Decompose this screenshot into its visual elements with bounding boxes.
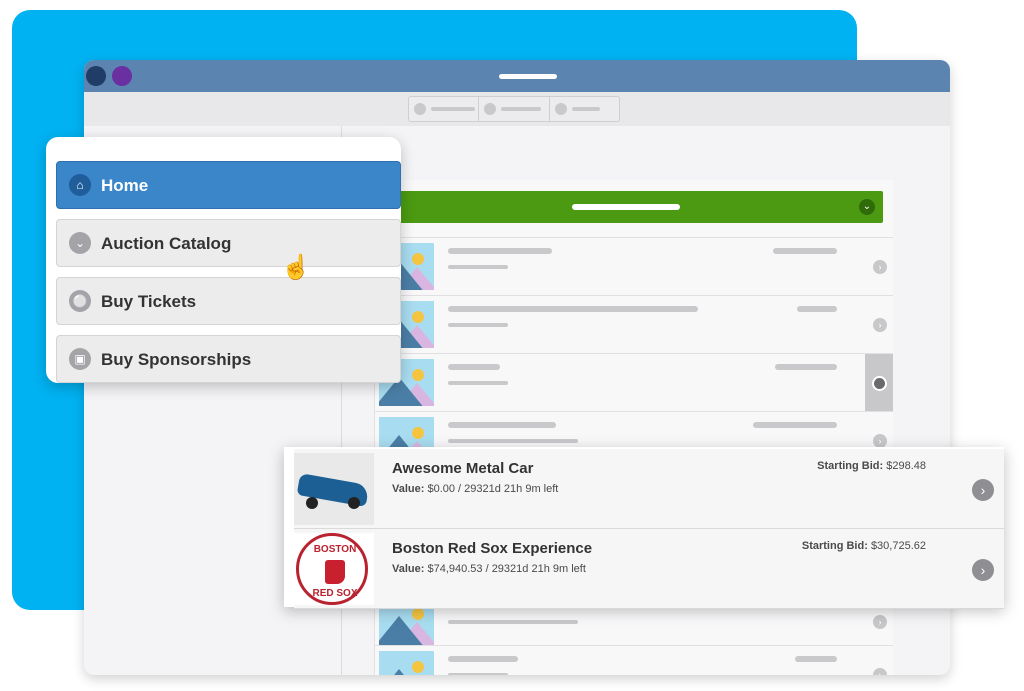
chevron-right-icon[interactable]: › [873, 434, 887, 448]
text-placeholder [773, 248, 837, 254]
car-image [294, 453, 374, 525]
text-placeholder [448, 248, 552, 254]
text-placeholder [448, 265, 508, 269]
selection-indicator[interactable] [865, 354, 893, 411]
text-placeholder [448, 323, 508, 327]
tab-placeholder[interactable] [479, 97, 550, 121]
tag-icon: ⚪ [69, 290, 91, 312]
text-placeholder [448, 673, 508, 675]
nav-item-buy-tickets[interactable]: ⚪ Buy Tickets [56, 277, 401, 325]
chevron-right-icon[interactable]: › [873, 260, 887, 274]
chevron-right-icon[interactable]: › [873, 615, 887, 629]
auction-item[interactable]: BOSTON RED SOX Boston Red Sox Experience… [294, 529, 1004, 609]
chevron-right-icon[interactable]: › [873, 318, 887, 332]
item-starting-bid: Starting Bid: $298.48 [817, 460, 926, 472]
red-sox-logo: BOSTON RED SOX [294, 533, 374, 605]
item-value: Value: $0.00 / 29321d 21h 9m left [392, 483, 559, 495]
nav-item-auction-catalog[interactable]: ⌄ Auction Catalog [56, 219, 401, 267]
chevron-right-icon[interactable]: › [873, 668, 887, 675]
text-placeholder [795, 656, 837, 662]
nav-item-home[interactable]: ⌂ Home [56, 161, 401, 209]
window-dot-purple[interactable] [112, 66, 132, 86]
tab-placeholder[interactable] [550, 97, 619, 121]
text-placeholder [448, 422, 556, 428]
tab-group [408, 96, 620, 122]
list-item[interactable]: › [375, 295, 893, 353]
text-placeholder [448, 364, 500, 370]
nav-item-label: Home [101, 176, 149, 195]
image-placeholder-icon [379, 651, 434, 675]
text-placeholder [448, 306, 698, 312]
item-title: Awesome Metal Car [392, 460, 534, 477]
text-placeholder [448, 656, 518, 662]
hand-cursor-icon: ☝ [281, 254, 311, 281]
item-value: Value: $74,940.53 / 29321d 21h 9m left [392, 563, 586, 575]
nav-item-label: Auction Catalog [101, 234, 232, 253]
nav-item-label: Buy Tickets [101, 292, 197, 311]
auction-item[interactable]: Awesome Metal Car Value: $0.00 / 29321d … [294, 449, 1004, 529]
header-title-placeholder [572, 204, 680, 210]
catalog-header-bar[interactable]: ⌄ [375, 191, 883, 223]
title-bar [84, 60, 950, 92]
text-placeholder [448, 439, 578, 443]
chevron-right-icon[interactable]: › [972, 479, 994, 501]
title-placeholder [499, 74, 557, 79]
window-dot-dark[interactable] [86, 66, 106, 86]
text-placeholder [448, 381, 508, 385]
item-title: Boston Red Sox Experience [392, 540, 593, 557]
text-placeholder [775, 364, 837, 370]
chevron-down-icon[interactable]: ⌄ [859, 199, 875, 215]
auction-items-popout: Awesome Metal Car Value: $0.00 / 29321d … [284, 447, 1004, 609]
chevron-down-icon: ⌄ [69, 232, 91, 254]
list-item[interactable]: › [375, 645, 893, 675]
home-icon: ⌂ [69, 174, 91, 196]
nav-item-buy-sponsorships[interactable]: ▣ Buy Sponsorships [56, 335, 401, 383]
text-placeholder [448, 620, 578, 624]
chevron-right-icon[interactable]: › [972, 559, 994, 581]
item-starting-bid: Starting Bid: $30,725.62 [801, 540, 926, 552]
bag-icon: ▣ [69, 348, 91, 370]
text-placeholder [753, 422, 837, 428]
tab-placeholder[interactable] [409, 97, 480, 121]
list-item[interactable]: › [375, 237, 893, 295]
navigation-menu: ⌂ Home ⌄ Auction Catalog ⚪ Buy Tickets ▣… [46, 137, 401, 383]
text-placeholder [797, 306, 837, 312]
list-item-selected[interactable] [375, 353, 893, 411]
radio-icon [872, 376, 887, 391]
nav-item-label: Buy Sponsorships [101, 350, 252, 369]
